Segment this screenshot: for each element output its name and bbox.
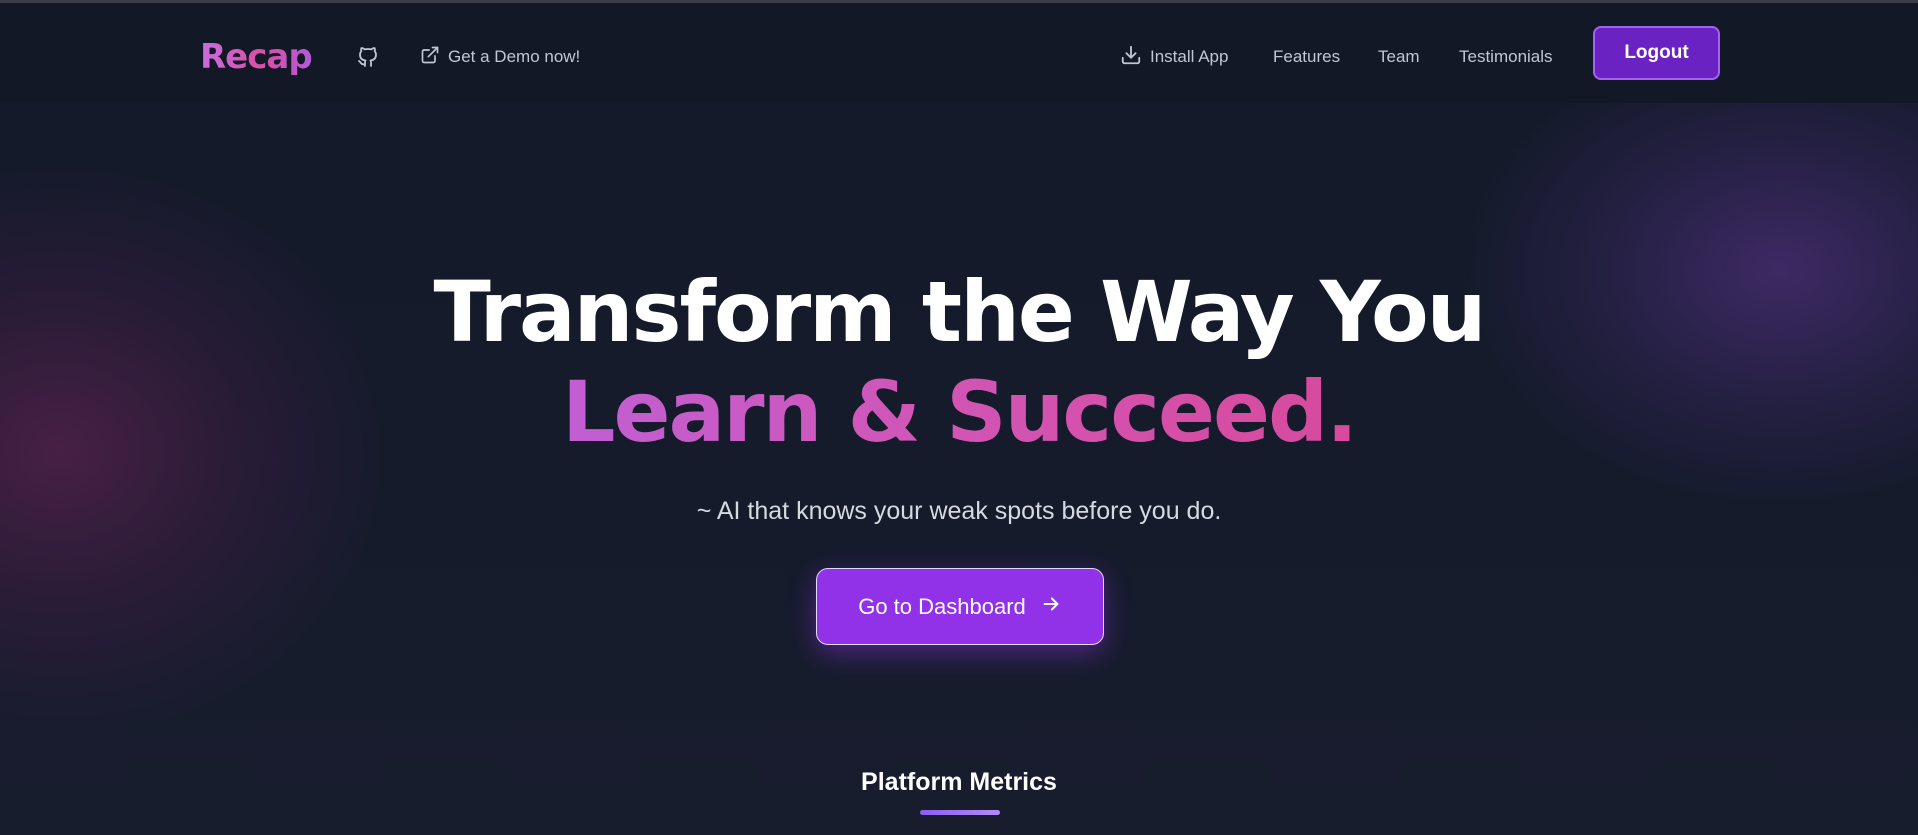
hero-headline-line1: Transform the Way You	[433, 263, 1487, 361]
get-demo-label: Get a Demo now!	[448, 47, 581, 66]
install-app-label: Install App	[1150, 47, 1229, 66]
brand-logo[interactable]: Recap	[200, 35, 313, 79]
external-link-icon	[420, 45, 440, 70]
go-to-dashboard-label: Go to Dashboard	[858, 593, 1026, 619]
github-icon[interactable]	[356, 45, 380, 69]
nav-features-link[interactable]: Features	[1273, 43, 1340, 71]
get-demo-link[interactable]: Get a Demo now!	[420, 43, 580, 71]
logout-button[interactable]: Logout	[1593, 26, 1720, 80]
hero-tagline: ~ AI that knows your weak spots before y…	[696, 497, 1222, 525]
download-icon	[1120, 44, 1142, 71]
nav-testimonials-link[interactable]: Testimonials	[1459, 43, 1553, 71]
top-navbar: Recap Get a Demo now! Install App Featur…	[0, 3, 1918, 103]
hero-headline-gradient-text: Learn & Succeed.	[561, 363, 1358, 461]
section-underline	[920, 810, 1000, 815]
hero-headline-line2: Learn & Succeed.	[0, 362, 1918, 462]
install-app-link[interactable]: Install App	[1120, 43, 1228, 71]
arrow-right-icon	[1040, 593, 1062, 621]
go-to-dashboard-button[interactable]: Go to Dashboard	[816, 568, 1104, 645]
nav-team-link[interactable]: Team	[1378, 43, 1420, 71]
platform-metrics-heading: Platform Metrics	[861, 768, 1057, 796]
landing-page: Recap Get a Demo now! Install App Featur…	[0, 0, 1918, 835]
